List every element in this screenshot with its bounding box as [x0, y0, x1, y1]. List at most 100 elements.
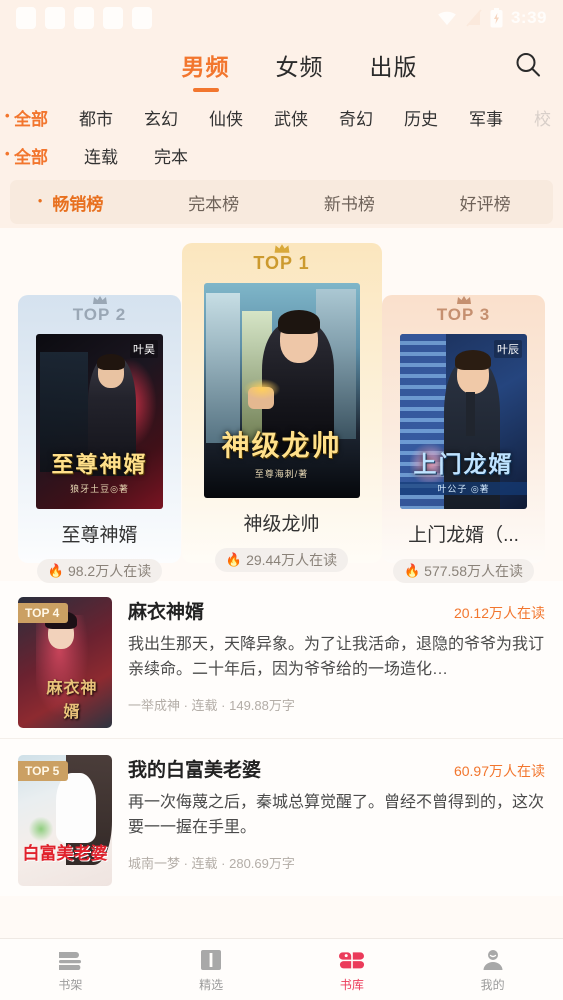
app-screen: 3:39 男频 女频 出版 全部 都市 玄幻 仙侠 武侠 奇幻 历史 军事 校	[0, 0, 563, 1000]
cover-subtitle: 叶公子 ◎著	[400, 482, 527, 495]
book-cover-rank3: 叶辰 上门龙婿 叶公子 ◎著	[400, 334, 527, 509]
podium-readers-text-2: 98.2万人在读	[67, 563, 152, 579]
podium-readers-text-1: 29.44万人在读	[246, 552, 338, 568]
subtab-new-books[interactable]: 新书榜	[282, 190, 418, 215]
cover-author-tag: 叶昊	[130, 340, 158, 358]
podium-readers-wrap-1: 🔥 29.44万人在读	[182, 536, 382, 572]
filter-section: 全部 都市 玄幻 仙侠 武侠 奇幻 历史 军事 校 全部 连载 完本 畅销榜 完…	[0, 98, 563, 228]
tab-male-channel[interactable]: 男频	[182, 48, 230, 86]
podium-rank-label-2: TOP 2	[18, 296, 181, 325]
bookshelf-icon	[0, 947, 141, 973]
channel-tabs: 男频 女频 出版	[146, 48, 418, 86]
list-item-title: 麻衣神婿	[128, 602, 205, 623]
top-three-podium: TOP 2 叶昊 至尊神婿 狼牙土豆◎著 至尊神婿 🔥 98.2万人在读 TOP…	[0, 238, 563, 583]
signal-off-icon	[466, 9, 482, 27]
cover-title: 至尊神婿	[51, 452, 148, 477]
thumbnail-title-text: 麻衣神婿	[46, 680, 98, 721]
status-bar-notifications	[16, 7, 152, 29]
list-item-info: 麻衣神婿 20.12万人在读 我出生那天，天降异象。为了让我活命，退隐的爷爷为我…	[112, 597, 545, 728]
subtab-top-rated[interactable]: 好评榜	[417, 190, 553, 215]
book-cover-rank2: 叶昊 至尊神婿 狼牙土豆◎著	[36, 334, 163, 509]
rank-badge-5: TOP 5	[18, 761, 69, 781]
list-item-info: 我的白富美老婆 60.97万人在读 再一次侮蔑之后，秦城总算觉醒了。曾经不曾得到…	[112, 755, 545, 886]
genre-chip-xianxia[interactable]: 仙侠	[209, 105, 243, 130]
user-icon	[422, 947, 563, 973]
top-tab-bar: 男频 女频 出版	[0, 36, 563, 98]
podium-card-rank2[interactable]: TOP 2 叶昊 至尊神婿 狼牙土豆◎著 至尊神婿 🔥 98.2万人在读	[18, 295, 181, 583]
status-chip-serializing[interactable]: 连载	[84, 143, 118, 168]
nav-bookshelf[interactable]: 书架	[0, 947, 141, 993]
subtab-completed[interactable]: 完本榜	[146, 190, 282, 215]
podium-readers-text-3: 577.58万人在读	[424, 563, 523, 579]
crown-icon	[92, 296, 107, 304]
genre-chip-history[interactable]: 历史	[404, 105, 438, 130]
cover-subtitle: 狼牙土豆◎著	[70, 484, 129, 494]
podium-rank-label-3: TOP 3	[382, 296, 545, 325]
nav-profile[interactable]: 我的	[422, 947, 563, 993]
genre-chip-wuxia[interactable]: 武侠	[274, 105, 308, 130]
status-filter-row[interactable]: 全部 连载 完本	[0, 136, 563, 174]
list-item-description: 再一次侮蔑之后，秦城总算觉醒了。曾经不曾得到的，这次要一一握在手里。	[128, 794, 545, 836]
cover-subtitle: 至尊海刺/著	[254, 469, 309, 479]
podium-card-rank3[interactable]: TOP 3 叶辰 上门龙婿 叶公子 ◎著 上门龙婿（... 🔥 577.58万人…	[382, 295, 545, 583]
book-thumbnail-rank4: 麻衣神婿 TOP 4	[18, 597, 112, 728]
nav-label-profile: 我的	[480, 977, 505, 992]
tab-female-channel[interactable]: 女频	[276, 48, 324, 86]
list-item-header: 麻衣神婿 20.12万人在读	[128, 597, 545, 624]
nav-library[interactable]: 书库	[282, 947, 423, 993]
genre-chip-qihuan[interactable]: 奇幻	[339, 105, 373, 130]
podium-card-rank1[interactable]: TOP 1 神级龙帅 至尊海刺/著 神级龙帅 🔥 29.44万人在读	[181, 243, 382, 572]
genre-chip-military[interactable]: 军事	[469, 105, 503, 130]
podium-rank-label-1: TOP 1	[182, 244, 382, 274]
notification-placeholder-icon	[132, 7, 152, 29]
cover-title: 上门龙婿	[413, 451, 514, 477]
list-item[interactable]: 麻衣神婿 TOP 4 麻衣神婿 20.12万人在读 我出生那天，天降异象。为了让…	[0, 581, 563, 738]
podium-book-title-1: 神级龙帅	[243, 514, 320, 535]
clover-library-icon	[282, 947, 423, 973]
ranking-sub-tabs: 畅销榜 完本榜 新书榜 好评榜	[10, 180, 553, 224]
status-chip-all[interactable]: 全部	[14, 143, 48, 168]
cover-title: 神级龙帅	[221, 430, 342, 461]
notification-placeholder-icon	[103, 7, 123, 29]
book-open-icon	[141, 947, 282, 973]
list-item-meta: 一举成神 · 连载 · 149.88万字	[128, 697, 295, 713]
ranking-list: 麻衣神婿 TOP 4 麻衣神婿 20.12万人在读 我出生那天，天降异象。为了让…	[0, 581, 563, 896]
genre-chip-all[interactable]: 全部	[14, 105, 48, 130]
wifi-icon	[438, 11, 456, 26]
nav-label-library: 书库	[339, 977, 364, 992]
book-cover-rank1: 神级龙帅 至尊海刺/著	[203, 283, 360, 498]
list-item-meta: 城南一梦 · 连载 · 280.69万字	[128, 855, 295, 871]
genre-chip-urban[interactable]: 都市	[79, 105, 113, 130]
genre-filter-row[interactable]: 全部 都市 玄幻 仙侠 武侠 奇幻 历史 军事 校	[0, 98, 563, 136]
tab-publication[interactable]: 出版	[370, 48, 418, 86]
crown-icon	[456, 296, 471, 304]
status-chip-completed[interactable]: 完本	[154, 143, 188, 168]
nav-label-bookshelf: 书架	[58, 977, 83, 992]
genre-chip-fantasy[interactable]: 玄幻	[144, 105, 178, 130]
crown-icon	[274, 244, 289, 253]
search-button[interactable]	[513, 50, 543, 85]
status-bar-indicators: 3:39	[436, 8, 547, 28]
flame-icon: 🔥	[403, 563, 421, 578]
list-item-title: 我的白富美老婆	[128, 760, 262, 781]
podium-book-title-2: 至尊神婿	[61, 525, 138, 546]
cover-author-tag: 叶辰	[494, 340, 522, 358]
podium-book-title-3: 上门龙婿（...	[408, 525, 519, 546]
nav-label-featured: 精选	[199, 977, 224, 992]
podium-readers-badge-1: 🔥 29.44万人在读	[214, 548, 349, 572]
subtab-bestseller[interactable]: 畅销榜	[10, 190, 146, 215]
list-item-header: 我的白富美老婆 60.97万人在读	[128, 755, 545, 782]
genre-chip-campus[interactable]: 校	[534, 105, 551, 130]
thumbnail-title-text: 白富美老婆	[22, 844, 108, 863]
book-thumbnail-rank5: 白富美老婆 TOP 5	[18, 755, 112, 886]
list-item[interactable]: 白富美老婆 TOP 5 我的白富美老婆 60.97万人在读 再一次侮蔑之后，秦城…	[0, 738, 563, 896]
nav-featured[interactable]: 精选	[141, 947, 282, 993]
podium-readers-badge-3: 🔥 577.58万人在读	[392, 559, 534, 583]
notification-placeholder-icon	[45, 7, 65, 29]
podium-readers-wrap-3: 🔥 577.58万人在读	[382, 547, 545, 583]
flame-icon: 🔥	[225, 552, 243, 567]
status-bar: 3:39	[0, 0, 563, 36]
flame-icon: 🔥	[47, 563, 64, 578]
list-item-readers: 20.12万人在读	[453, 605, 545, 621]
rank-badge-4: TOP 4	[18, 603, 69, 623]
